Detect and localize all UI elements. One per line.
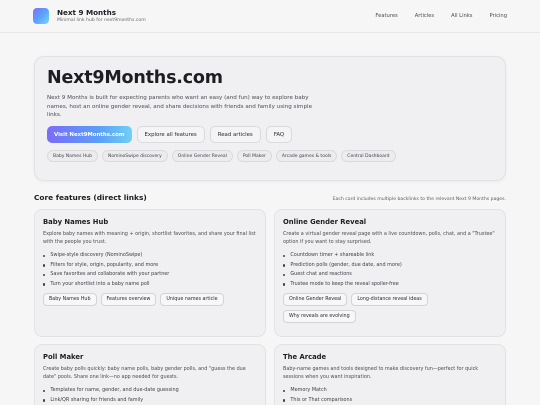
list-item: Templates for name, gender, and due-date… <box>43 386 257 396</box>
chip-nominoswipe[interactable]: NominoSwipe discovery <box>101 150 168 163</box>
hero-panel: Next9Months.com Next 9 Months is built f… <box>34 56 506 181</box>
card-poll-maker: Poll Maker Create baby polls quickly: ba… <box>34 344 266 405</box>
card-bullets: Countdown timer + shareable link Predict… <box>283 251 497 289</box>
site-subtitle: Minimal link hub for next9months.com <box>57 17 146 23</box>
link-unique-names-article[interactable]: Unique names article <box>160 293 224 307</box>
list-item: Turn your shortlist into a baby name pol… <box>43 280 257 290</box>
card-description: Create a virtual gender reveal page with… <box>283 231 495 245</box>
card-title: Poll Maker <box>43 353 84 361</box>
list-item: Save favorites and collaborate with your… <box>43 270 257 280</box>
list-item: Guest chat and reactions <box>283 270 497 280</box>
list-item: Prediction polls (gender, due date, and … <box>283 261 497 271</box>
read-articles-button[interactable]: Read articles <box>209 126 261 144</box>
section-title: Core features (direct links) <box>34 193 147 202</box>
card-title: Baby Names Hub <box>43 218 109 226</box>
top-bar: Next 9 Months Minimal link hub for next9… <box>0 0 540 32</box>
chip-baby-names-hub[interactable]: Baby Names Hub <box>47 150 98 163</box>
card-online-gender-reveal: Online Gender Reveal Create a virtual ge… <box>274 209 506 337</box>
link-why-reveals-evolving[interactable]: Why reveals are evolving <box>283 310 356 324</box>
quick-link-chips: Baby Names Hub NominoSwipe discovery Onl… <box>47 150 493 163</box>
section-header: Core features (direct links) Each card i… <box>34 193 506 202</box>
card-the-arcade: The Arcade Baby-name games and tools des… <box>274 344 506 405</box>
hero-title: Next9Months.com <box>47 68 223 88</box>
list-item: Filters for style, origin, popularity, a… <box>43 261 257 271</box>
card-title: Online Gender Reveal <box>283 218 367 226</box>
nav-articles[interactable]: Articles <box>415 13 434 19</box>
hero-description: Next 9 Months is built for expecting par… <box>47 95 313 118</box>
card-description: Create baby polls quickly: baby name pol… <box>43 366 246 380</box>
card-baby-names-hub: Baby Names Hub Explore baby names with m… <box>34 209 266 337</box>
link-baby-names-hub[interactable]: Baby Names Hub <box>43 293 97 307</box>
card-links: Baby Names Hub Features overview Unique … <box>43 293 257 307</box>
chip-dashboard[interactable]: Central Dashboard <box>341 150 396 163</box>
list-item: Memory Match <box>283 386 497 396</box>
card-description: Baby-name games and tools designed to ma… <box>283 366 479 380</box>
card-title: The Arcade <box>283 353 327 361</box>
faq-button[interactable]: FAQ <box>265 126 293 144</box>
brand: Next 9 Months Minimal link hub for next9… <box>57 9 146 23</box>
nav-features[interactable]: Features <box>375 13 397 19</box>
link-features-overview[interactable]: Features overview <box>100 293 157 307</box>
list-item: Trustee mode to keep the reveal spoiler-… <box>283 280 497 290</box>
list-item: Swipe-style discovery (NominoSwipe) <box>43 251 257 261</box>
visit-site-button[interactable]: Visit Next9Months.com <box>47 126 132 144</box>
card-bullets: Templates for name, gender, and due-date… <box>43 386 257 405</box>
chip-gender-reveal[interactable]: Online Gender Reveal <box>171 150 233 163</box>
link-online-gender-reveal[interactable]: Online Gender Reveal <box>283 293 348 307</box>
list-item: Countdown timer + shareable link <box>283 251 497 261</box>
link-long-distance-reveal[interactable]: Long-distance reveal ideas <box>351 293 428 307</box>
explore-features-button[interactable]: Explore all features <box>136 126 205 144</box>
card-description: Explore baby names with meaning + origin… <box>43 231 256 245</box>
cta-row: Visit Next9Months.com Explore all featur… <box>47 126 493 144</box>
card-links: Online Gender Reveal Long-distance revea… <box>283 293 497 324</box>
header-divider <box>0 32 540 33</box>
logo-icon[interactable] <box>33 8 49 24</box>
nav-all-links[interactable]: All Links <box>451 13 472 19</box>
section-note: Each card includes multiple backlinks to… <box>332 197 506 202</box>
main-nav: Features Articles All Links Pricing <box>375 13 507 19</box>
card-bullets: Swipe-style discovery (NominoSwipe) Filt… <box>43 251 257 289</box>
chip-poll-maker[interactable]: Poll Maker <box>236 150 272 163</box>
site-title[interactable]: Next 9 Months <box>57 9 146 17</box>
nav-pricing[interactable]: Pricing <box>490 13 508 19</box>
list-item: This or That comparisons <box>283 396 497 405</box>
card-bullets: Memory Match This or That comparisons <box>283 386 497 405</box>
list-item: Link/QR sharing for friends and family <box>43 396 257 405</box>
chip-arcade[interactable]: Arcade games & tools <box>275 150 338 163</box>
